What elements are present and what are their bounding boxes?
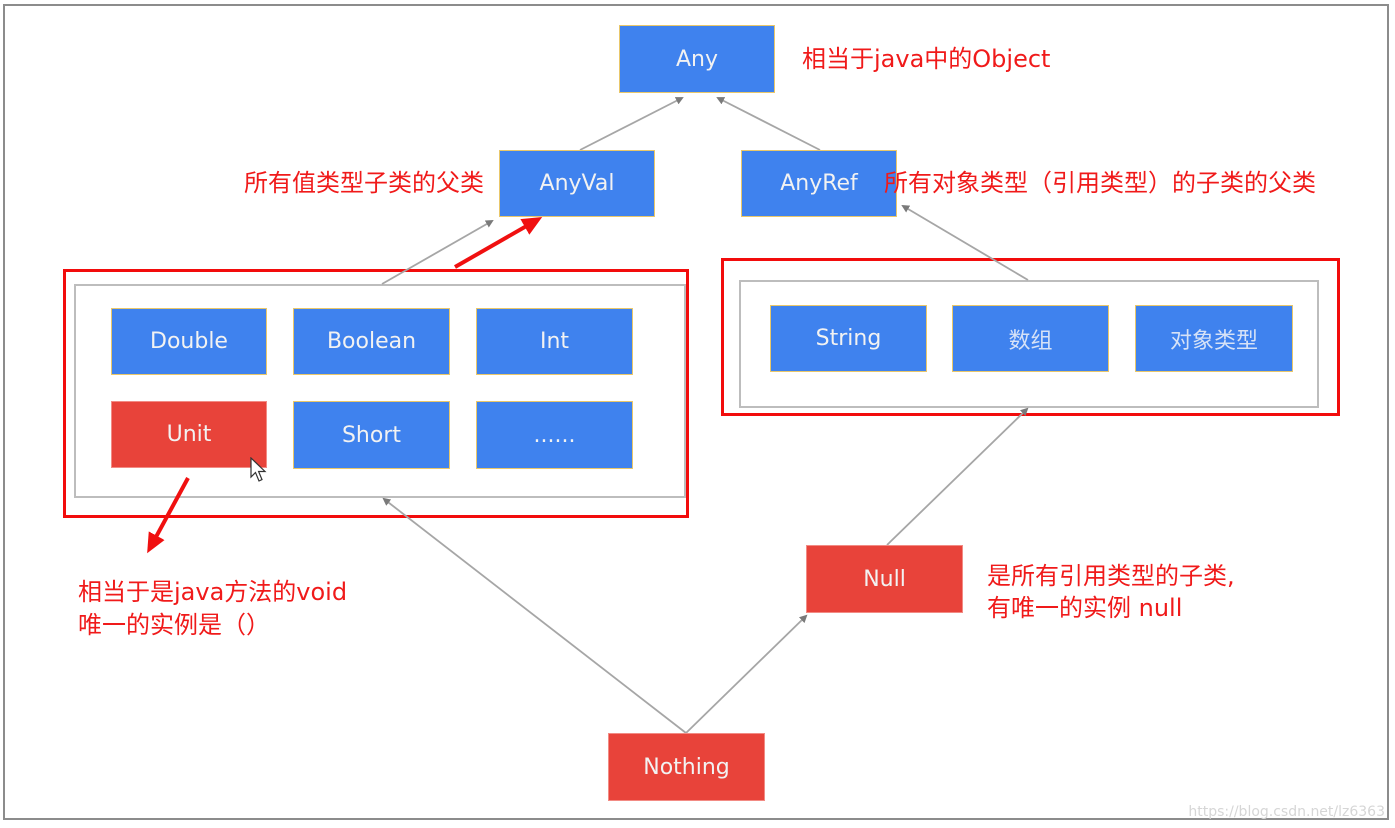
node-more-value-types: ...... — [476, 401, 633, 469]
node-int: Int — [476, 308, 633, 375]
node-anyref: AnyRef — [741, 150, 897, 217]
note-anyref: 所有对象类型（引用类型）的子类的父类 — [884, 169, 1316, 197]
node-object-type: 对象类型 — [1135, 305, 1293, 372]
mouse-cursor-icon — [250, 457, 267, 482]
note-null-line1: 是所有引用类型的子类, — [987, 562, 1235, 590]
note-unit: 相当于是java方法的void 唯一的实例是（） — [78, 576, 347, 642]
node-string: String — [770, 305, 927, 372]
note-any: 相当于java中的Object — [802, 45, 1051, 73]
note-null-line2: 有唯一的实例 null — [987, 594, 1183, 622]
node-unit: Unit — [111, 401, 267, 468]
watermark: https://blog.csdn.net/lz6363 — [1188, 804, 1385, 820]
node-double: Double — [111, 308, 267, 375]
note-unit-line2: 唯一的实例是（） — [78, 611, 270, 639]
node-any: Any — [619, 25, 775, 93]
node-array: 数组 — [952, 305, 1109, 372]
node-short: Short — [293, 401, 450, 469]
note-anyval: 所有值类型子类的父类 — [244, 169, 484, 197]
node-anyval: AnyVal — [499, 150, 655, 217]
node-null: Null — [806, 545, 963, 613]
note-null: 是所有引用类型的子类, 有唯一的实例 null — [987, 560, 1235, 624]
node-boolean: Boolean — [293, 308, 450, 375]
note-unit-line1: 相当于是java方法的void — [78, 578, 348, 606]
node-nothing: Nothing — [608, 733, 765, 801]
